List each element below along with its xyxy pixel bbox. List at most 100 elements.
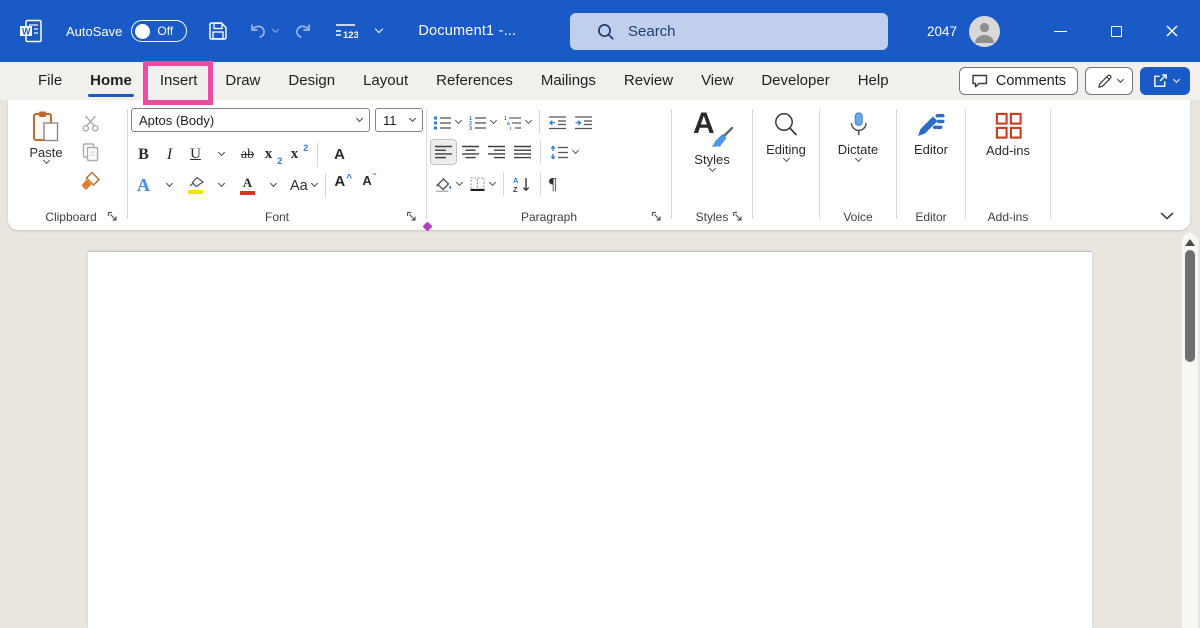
styles-dialog-launcher-icon[interactable] (732, 211, 744, 223)
document-title[interactable]: Document1 -... (418, 23, 516, 39)
align-left-button[interactable] (430, 139, 457, 165)
tab-mailings[interactable]: Mailings (527, 62, 610, 100)
tab-insert[interactable]: Insert (146, 62, 212, 100)
save-icon[interactable] (207, 20, 229, 42)
pen-icon (1096, 73, 1113, 90)
justify-button[interactable] (510, 139, 535, 165)
increase-indent-button[interactable] (571, 109, 596, 135)
close-button[interactable] (1144, 0, 1200, 62)
tab-view[interactable]: View (687, 62, 747, 100)
bold-button[interactable]: B (131, 142, 156, 168)
shrink-font-button[interactable]: Aˇ (357, 173, 382, 199)
scrollbar[interactable] (1182, 233, 1198, 628)
editor-button[interactable]: Editor (900, 108, 962, 204)
format-painter-icon[interactable] (78, 170, 102, 192)
tab-help[interactable]: Help (844, 62, 903, 100)
scroll-up-arrow-icon[interactable] (1185, 239, 1195, 246)
tab-design[interactable]: Design (274, 62, 349, 100)
clipboard-group: Paste (18, 100, 124, 230)
cut-icon[interactable] (78, 112, 102, 134)
mini-separator (503, 172, 504, 196)
tab-file[interactable]: File (24, 62, 76, 100)
search-input[interactable]: Search (570, 13, 888, 50)
multilevel-list-button[interactable]: 1 a i (500, 109, 534, 135)
styles-button[interactable]: A Styles (675, 108, 749, 204)
line-spacing-button[interactable] (546, 139, 581, 165)
group-separator (426, 109, 427, 219)
paragraph-dialog-launcher-icon[interactable] (651, 211, 663, 223)
quick-access-chevron-icon[interactable] (376, 30, 382, 32)
word-logo-icon: W (18, 18, 44, 44)
font-color-chevron-icon[interactable] (261, 173, 286, 199)
redo-icon[interactable] (292, 20, 314, 42)
text-effects-button[interactable]: A (131, 173, 156, 199)
underline-button[interactable]: U (183, 142, 208, 168)
font-group-label: Font (265, 210, 289, 224)
italic-button[interactable]: I (157, 142, 182, 168)
undo-dropdown-chevron-icon[interactable] (273, 31, 278, 32)
editor-group-label: Editor (915, 210, 946, 224)
align-right-button[interactable] (484, 139, 509, 165)
clear-formatting-button[interactable]: A (327, 142, 352, 168)
ribbon-empty-area (1054, 100, 1186, 230)
comments-label: Comments (996, 73, 1066, 89)
autosave-toggle[interactable]: Off (131, 20, 187, 42)
scrollbar-thumb[interactable] (1185, 250, 1195, 362)
title-bar: W AutoSave Off (0, 0, 1200, 62)
svg-text:i: i (510, 126, 512, 130)
tab-developer[interactable]: Developer (747, 62, 843, 100)
document-page[interactable] (88, 251, 1092, 628)
tab-layout[interactable]: Layout (349, 62, 422, 100)
font-dialog-launcher-icon[interactable] (406, 211, 418, 223)
close-icon (1165, 24, 1179, 38)
font-name-select[interactable]: Aptos (Body) (131, 108, 370, 132)
change-case-button[interactable]: Aa (287, 173, 320, 199)
grow-font-button[interactable]: A^ (331, 173, 356, 199)
subscript-button[interactable]: x2 (261, 142, 286, 168)
tab-home[interactable]: Home (76, 62, 146, 100)
font-color-button[interactable]: A (235, 173, 260, 199)
editing-button[interactable]: Editing (756, 108, 816, 204)
voice-group-label: Voice (843, 210, 872, 224)
comment-bubble-icon (971, 73, 989, 89)
clipboard-group-label: Clipboard (45, 210, 96, 224)
highlight-button[interactable] (183, 173, 208, 199)
numbering-button[interactable]: 1 2 3 (465, 109, 499, 135)
shading-button[interactable] (430, 171, 465, 197)
maximize-button[interactable] (1088, 0, 1144, 62)
share-button[interactable] (1140, 67, 1190, 95)
tab-draw[interactable]: Draw (211, 62, 274, 100)
highlight-chevron-icon[interactable] (209, 173, 234, 199)
autosave-label: AutoSave (66, 24, 122, 39)
align-center-button[interactable] (458, 139, 483, 165)
dictate-button[interactable]: Dictate (823, 108, 893, 204)
strikethrough-button[interactable]: ab (235, 142, 260, 168)
minimize-button[interactable] (1032, 0, 1088, 62)
avatar[interactable] (969, 16, 1000, 47)
text-effects-chevron-icon[interactable] (157, 173, 182, 199)
superscript-button[interactable]: x2 (287, 142, 312, 168)
undo-icon[interactable] (247, 20, 269, 42)
bullets-button[interactable] (430, 109, 464, 135)
line-numbering-icon[interactable]: 123 (332, 20, 358, 42)
copy-icon[interactable] (78, 141, 102, 163)
autosave-state: Off (157, 24, 173, 38)
show-formatting-marks-button[interactable]: ¶ (546, 171, 560, 197)
underline-dropdown-chevron-icon[interactable] (209, 142, 234, 168)
paste-button[interactable]: Paste (18, 108, 74, 204)
sort-button[interactable]: A Z (509, 171, 535, 197)
draw-pen-button[interactable] (1085, 67, 1133, 95)
editor-button-label: Editor (914, 142, 948, 157)
paragraph-group: 1 2 3 1 a i (430, 100, 668, 230)
collapse-ribbon-chevron-icon[interactable] (1160, 212, 1174, 220)
tab-references[interactable]: References (422, 62, 527, 100)
font-size-select[interactable]: 11 (375, 108, 423, 132)
clipboard-dialog-launcher-icon[interactable] (107, 211, 119, 223)
addins-button[interactable]: Add-ins (969, 108, 1047, 204)
decrease-indent-button[interactable] (545, 109, 570, 135)
search-icon (597, 23, 615, 41)
comments-button[interactable]: Comments (959, 67, 1078, 95)
tab-review[interactable]: Review (610, 62, 687, 100)
editing-group: Editing (756, 100, 816, 230)
borders-button[interactable] (466, 171, 498, 197)
